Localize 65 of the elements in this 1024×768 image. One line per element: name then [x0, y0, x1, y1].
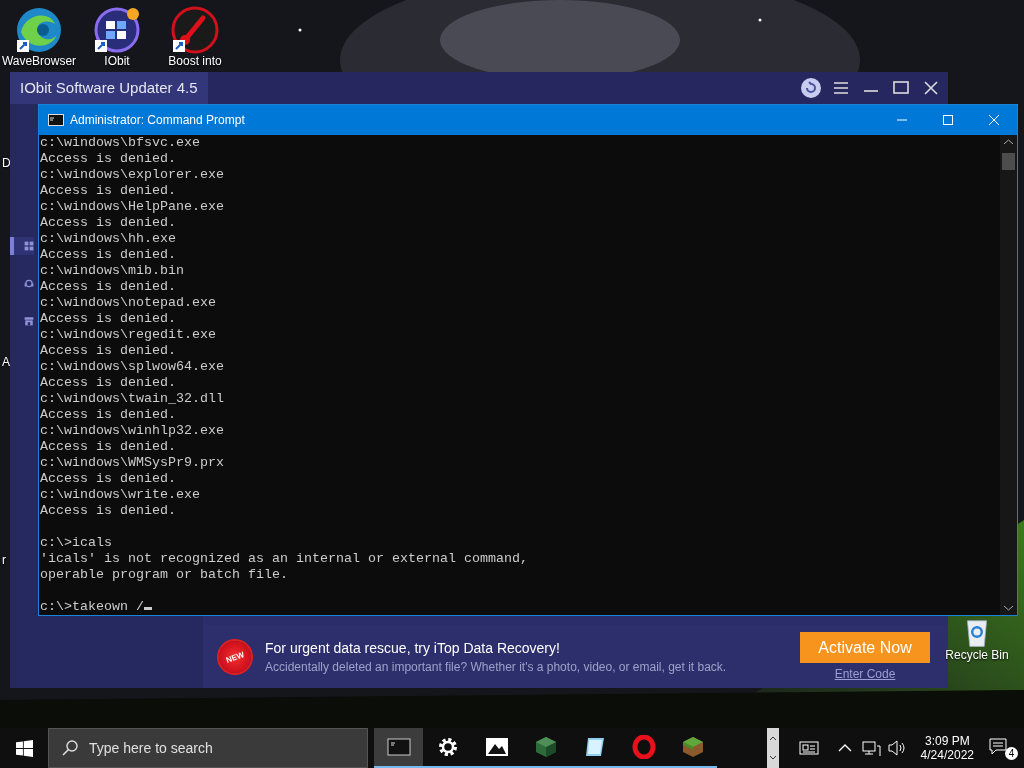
icon-label[interactable]: D: [2, 156, 11, 170]
window-title: Administrator: Command Prompt: [70, 113, 245, 127]
icon-label[interactable]: Recycle Bin: [945, 648, 1009, 662]
console-line: Access is denied.: [40, 343, 177, 359]
refresh-icon[interactable]: [800, 77, 822, 99]
console-line: c:\windows\mib.bin: [40, 263, 185, 279]
scrollbar-thumb[interactable]: [1002, 153, 1015, 170]
clock-time[interactable]: 3:09 PM: [920, 734, 974, 748]
console-line: c:\windows\write.exe: [40, 487, 201, 503]
console-line: Access is denied.: [40, 375, 177, 391]
swirl-icon[interactable]: [15, 6, 63, 54]
console-line: Access is denied.: [40, 503, 177, 519]
console-line: c:\windows\notepad.exe: [40, 295, 217, 311]
console-line: c:\windows\winhlp32.exe: [40, 423, 225, 439]
console-line: c:\>icals: [40, 535, 113, 551]
message-icon: [988, 736, 1008, 756]
clock-date[interactable]: 4/24/2022: [920, 748, 974, 762]
terminal-icon: [48, 114, 64, 126]
notification-button[interactable]: 4: [988, 736, 1018, 760]
sidebar-item[interactable]: [10, 237, 34, 255]
icon-label[interactable]: A: [2, 355, 10, 369]
console-line: operable program or batch file.: [40, 567, 289, 583]
gauge-icon[interactable]: [171, 6, 219, 54]
console-line: Access is denied.: [40, 407, 177, 423]
console-line: Access is denied.: [40, 247, 177, 263]
enter-code-link[interactable]: Enter Code: [834, 667, 896, 681]
volume-icon[interactable]: [886, 738, 907, 758]
console-line: Access is denied.: [40, 215, 177, 231]
console-line: Access is denied.: [40, 439, 177, 455]
console-line: Access is denied.: [40, 311, 177, 327]
cube-icon: [533, 735, 558, 759]
console-line: c:\windows\HelpPane.exe: [40, 199, 225, 215]
scroll-arrows-icon[interactable]: [766, 728, 779, 768]
console-line: Access is denied.: [40, 279, 177, 295]
windows-start-icon[interactable]: [15, 739, 33, 757]
icon-label[interactable]: Boost into: [168, 54, 222, 68]
window-title: IObit Software Updater 4.5: [10, 72, 208, 104]
console-line: c:\windows\regedit.exe: [40, 327, 217, 343]
console-line: c:\windows\explorer.exe: [40, 167, 225, 183]
news-icon[interactable]: [798, 738, 819, 758]
new-badge: NEW: [214, 636, 256, 677]
network-icon[interactable]: [860, 738, 881, 758]
taskbar-app[interactable]: [374, 728, 423, 768]
promo-text: Accidentally deleted an important file? Whether it's a photo, video, or email, get it back.: [265, 659, 728, 674]
mountain-icon: [484, 735, 509, 759]
window-grid-icon[interactable]: [93, 6, 141, 54]
ring-icon: [631, 735, 656, 759]
console-line: c:\windows\WMSysPr9.prx: [40, 455, 225, 471]
console-line: 'icals' is not recognized as an internal or external command,: [40, 551, 529, 567]
console-prompt[interactable]: c:\>takeown /: [40, 599, 1000, 615]
promo-heading: For urgent data rescue, try iTop Data Recovery!: [265, 639, 561, 656]
console-line: c:\windows\twain_32.dll: [40, 391, 225, 407]
console-line: Access is denied.: [40, 471, 177, 487]
search-field[interactable]: Type here to search: [48, 728, 368, 768]
icon-label[interactable]: r: [2, 553, 6, 567]
console-line: c:\windows\bfsvc.exe: [40, 135, 201, 151]
console-line: c:\windows\splwow64.exe: [40, 359, 225, 375]
grass-block-icon: [680, 735, 705, 759]
console-line: Access is denied.: [40, 151, 177, 167]
icon-label[interactable]: WaveBrowser: [1, 54, 77, 68]
terminal-icon: [386, 735, 411, 759]
console-line: Access is denied.: [40, 183, 177, 199]
icon-label[interactable]: IObit: [104, 54, 130, 68]
notification-count: 4: [1005, 747, 1018, 760]
console-line: c:\windows\hh.exe: [40, 231, 177, 247]
